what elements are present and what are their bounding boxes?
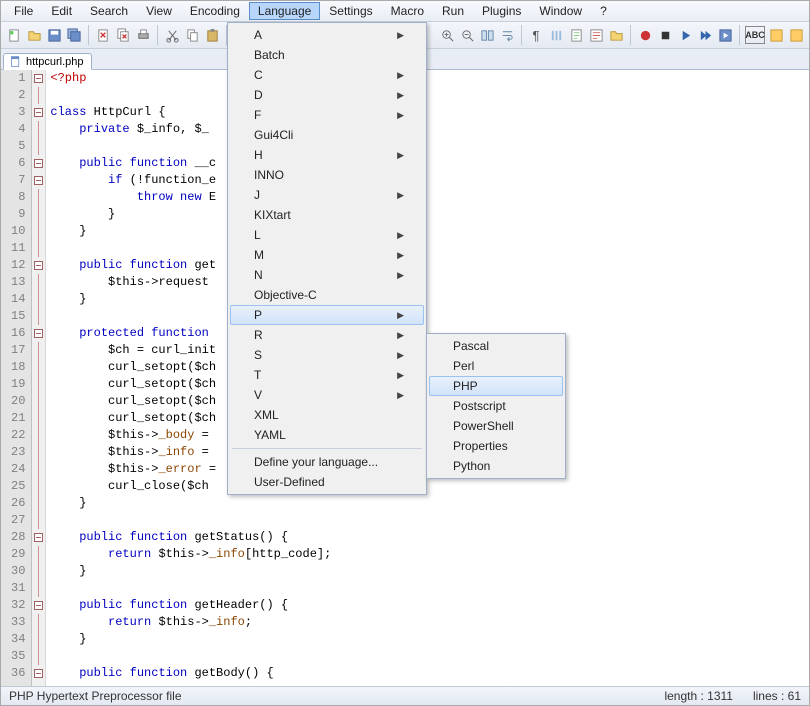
menu-run[interactable]: Run (433, 2, 473, 20)
lang-submenu-powershell[interactable]: PowerShell (429, 416, 563, 436)
menubar: FileEditSearchViewEncodingLanguageSettin… (1, 1, 809, 22)
lang-submenu-pascal[interactable]: Pascal (429, 336, 563, 356)
menu-language[interactable]: Language (249, 2, 320, 20)
lang-menu-objectivec[interactable]: Objective-C (230, 285, 424, 305)
spellcheck-icon[interactable]: ABC (745, 26, 765, 44)
lang-menu-d[interactable]: D▶ (230, 85, 424, 105)
wrap-icon[interactable] (498, 26, 516, 44)
indent-guide-icon[interactable] (547, 26, 565, 44)
menu-macro[interactable]: Macro (382, 2, 433, 20)
menu-plugins[interactable]: Plugins (473, 2, 530, 20)
file-tab[interactable]: httpcurl.php (3, 53, 92, 70)
line-number-gutter: 1234567891011121314151617181920212223242… (1, 70, 32, 686)
lang-menu-kixtart[interactable]: KIXtart (230, 205, 424, 225)
cut-icon[interactable] (163, 26, 181, 44)
lang-menu-s[interactable]: S▶ (230, 345, 424, 365)
lang-menu-j[interactable]: J▶ (230, 185, 424, 205)
open-file-icon[interactable] (25, 26, 43, 44)
fold-column[interactable] (32, 70, 46, 686)
lang-menu-userdefined[interactable]: User-Defined (230, 472, 424, 492)
zoom-out-icon[interactable] (458, 26, 476, 44)
toolbar-extra-1-icon[interactable] (767, 26, 785, 44)
save-icon[interactable] (45, 26, 63, 44)
save-all-icon[interactable] (65, 26, 83, 44)
menu-file[interactable]: File (5, 2, 42, 20)
menu-encoding[interactable]: Encoding (181, 2, 249, 20)
lang-menu-n[interactable]: N▶ (230, 265, 424, 285)
lang-menu-gui4cli[interactable]: Gui4Cli (230, 125, 424, 145)
func-list-icon[interactable] (587, 26, 605, 44)
lang-submenu-perl[interactable]: Perl (429, 356, 563, 376)
folder-icon[interactable] (607, 26, 625, 44)
lang-menu-v[interactable]: V▶ (230, 385, 424, 405)
paste-icon[interactable] (203, 26, 221, 44)
lang-menu-a[interactable]: A▶ (230, 25, 424, 45)
language-menu: A▶BatchC▶D▶F▶Gui4CliH▶INNOJ▶KIXtartL▶M▶N… (227, 22, 427, 495)
lang-menu-p[interactable]: P▶ (230, 305, 424, 325)
lang-menu-defineyourlanguage[interactable]: Define your language... (230, 452, 424, 472)
sync-scroll-icon[interactable] (478, 26, 496, 44)
close-icon[interactable] (94, 26, 112, 44)
lang-submenu-properties[interactable]: Properties (429, 436, 563, 456)
stop-macro-icon[interactable] (656, 26, 674, 44)
record-macro-icon[interactable] (636, 26, 654, 44)
lang-menu-m[interactable]: M▶ (230, 245, 424, 265)
doc-map-icon[interactable] (567, 26, 585, 44)
menu-window[interactable]: Window (530, 2, 591, 20)
language-p-submenu: PascalPerlPHPPostscriptPowerShellPropert… (426, 333, 566, 479)
lang-menu-c[interactable]: C▶ (230, 65, 424, 85)
lang-menu-t[interactable]: T▶ (230, 365, 424, 385)
menu-edit[interactable]: Edit (42, 2, 81, 20)
new-file-icon[interactable] (5, 26, 23, 44)
toolbar-extra-2-icon[interactable] (787, 26, 805, 44)
tab-label: httpcurl.php (26, 56, 83, 68)
menu-search[interactable]: Search (81, 2, 137, 20)
lang-menu-inno[interactable]: INNO (230, 165, 424, 185)
copy-icon[interactable] (183, 26, 201, 44)
close-all-icon[interactable] (114, 26, 132, 44)
lang-menu-batch[interactable]: Batch (230, 45, 424, 65)
lang-menu-h[interactable]: H▶ (230, 145, 424, 165)
show-chars-icon[interactable]: ¶ (527, 26, 545, 44)
lang-submenu-php[interactable]: PHP (429, 376, 563, 396)
lang-menu-xml[interactable]: XML (230, 405, 424, 425)
print-icon[interactable] (134, 26, 152, 44)
menu-settings[interactable]: Settings (320, 2, 381, 20)
lang-menu-yaml[interactable]: YAML (230, 425, 424, 445)
lang-submenu-postscript[interactable]: Postscript (429, 396, 563, 416)
play-macro-icon[interactable] (676, 26, 694, 44)
lang-menu-f[interactable]: F▶ (230, 105, 424, 125)
menu-[interactable]: ? (591, 2, 616, 20)
lang-menu-r[interactable]: R▶ (230, 325, 424, 345)
play-multi-icon[interactable] (696, 26, 714, 44)
status-lines: lines : 61 (753, 689, 801, 703)
save-macro-icon[interactable] (716, 26, 734, 44)
statusbar: PHP Hypertext Preprocessor file length :… (1, 686, 809, 705)
file-icon (9, 55, 22, 68)
lang-submenu-python[interactable]: Python (429, 456, 563, 476)
lang-menu-l[interactable]: L▶ (230, 225, 424, 245)
status-length: length : 1311 (664, 689, 733, 703)
zoom-in-icon[interactable] (438, 26, 456, 44)
status-filetype: PHP Hypertext Preprocessor file (9, 689, 182, 703)
menu-view[interactable]: View (137, 2, 181, 20)
